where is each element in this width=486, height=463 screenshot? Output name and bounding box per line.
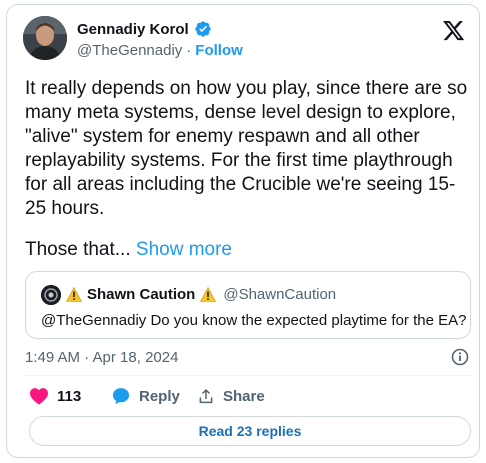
- x-logo-icon[interactable]: [443, 21, 465, 41]
- reply-button[interactable]: Reply: [111, 386, 197, 406]
- author-avatar[interactable]: [23, 16, 67, 60]
- divider: [25, 375, 471, 376]
- info-icon[interactable]: [451, 348, 469, 366]
- separator-dot: ·: [186, 42, 192, 59]
- share-label: Share: [223, 387, 265, 405]
- tweet-timestamp[interactable]: 1:49 AM · Apr 18, 2024: [25, 349, 178, 366]
- tweet-text: It really depends on how you play, since…: [25, 78, 468, 219]
- quoted-tweet[interactable]: Shawn Caution @ShawnCaution @TheGennadiy…: [25, 271, 471, 339]
- warning-icon: [200, 286, 217, 302]
- author-name[interactable]: Gennadiy Korol: [77, 21, 189, 38]
- heart-icon: [29, 387, 49, 405]
- quote-text: @TheGennadiy Do you know the expected pl…: [41, 312, 467, 329]
- share-icon: [197, 387, 215, 405]
- tweet-card: Gennadiy Korol @TheGennadiy · Follow It …: [6, 4, 480, 458]
- read-replies-button[interactable]: Read 23 replies: [29, 416, 471, 446]
- quote-author-handle: @ShawnCaution: [223, 286, 337, 303]
- quote-author-name: Shawn Caution: [87, 286, 196, 303]
- like-count: 113: [57, 387, 82, 405]
- reply-label: Reply: [139, 387, 180, 405]
- author-handle[interactable]: @TheGennadiy: [77, 42, 182, 59]
- show-more-link[interactable]: Show more: [136, 239, 232, 260]
- reply-bubble-icon: [111, 386, 131, 406]
- verified-badge-icon: [194, 20, 212, 38]
- follow-button[interactable]: Follow: [195, 42, 243, 59]
- like-button[interactable]: 113: [29, 387, 111, 405]
- warning-icon: [65, 286, 83, 302]
- tweet-truncated-text: Those that...: [25, 239, 131, 260]
- quote-author-avatar: [41, 285, 61, 305]
- share-button[interactable]: Share: [197, 387, 265, 405]
